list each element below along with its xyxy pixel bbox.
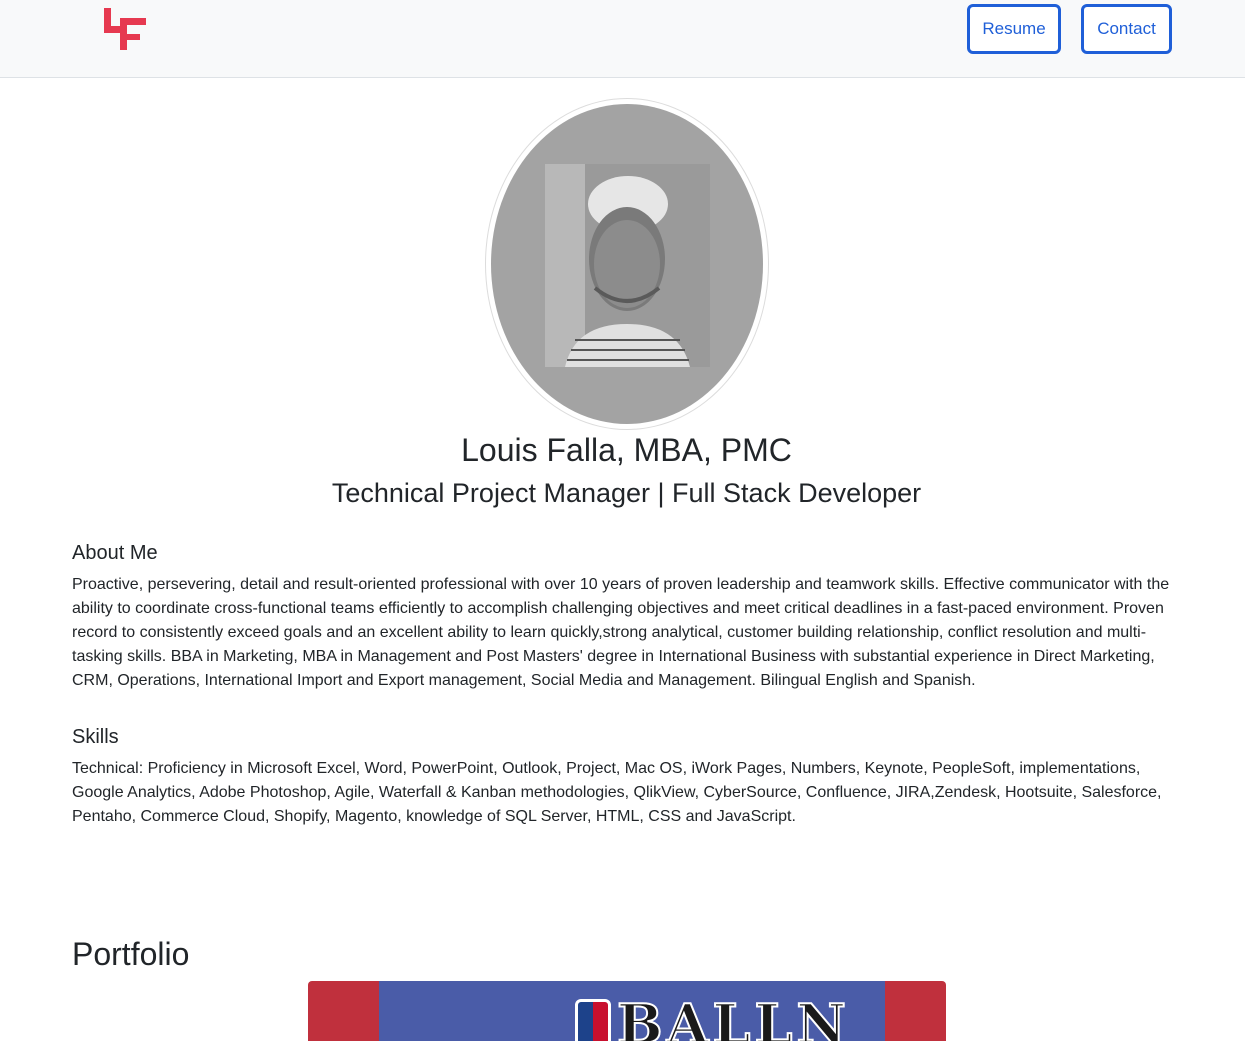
portfolio-item-title: BALLN [616,992,850,1041]
nba-logo-icon [575,999,611,1041]
avatar [485,98,769,430]
profile-name: Louis Falla, MBA, PMC [461,432,792,468]
skills-heading: Skills [72,726,119,748]
profile-title: Technical Project Manager | Full Stack D… [331,478,922,508]
resume-button[interactable]: Resume [967,4,1061,54]
skills-text: Technical: Proficiency in Microsoft Exce… [72,760,1162,825]
brand-logo-icon[interactable] [104,8,148,50]
avatar-frame [491,104,763,424]
about-text: Proactive, persevering, detail and resul… [72,576,1170,689]
navbar: Resume Contact [0,0,1245,78]
contact-button[interactable]: Contact [1081,4,1172,54]
profile-photo-icon [545,164,710,367]
about-heading: About Me [72,542,158,564]
portfolio-heading: Portfolio [72,936,190,972]
portfolio-item[interactable]: BALLN [308,981,946,1041]
portfolio-item-banner: BALLN [379,981,885,1041]
